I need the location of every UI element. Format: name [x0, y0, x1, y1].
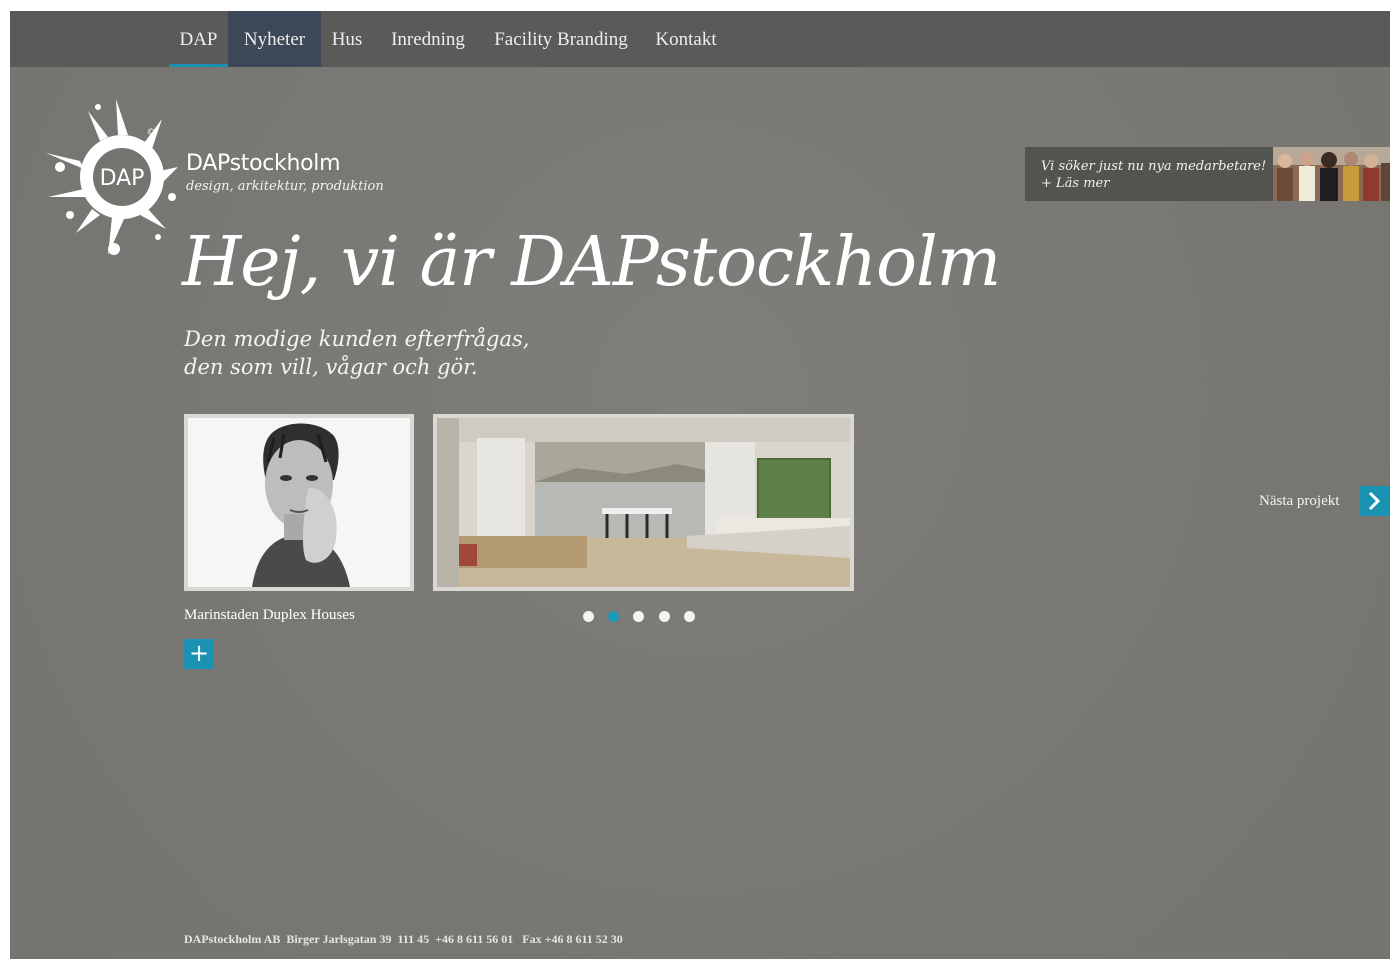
- portrait-image-frame[interactable]: [184, 414, 414, 591]
- brand-tagline: design, arkitektur, produktion: [186, 179, 384, 194]
- project-title: Marinstaden Duplex Houses: [184, 607, 355, 623]
- slider-dot[interactable]: [684, 611, 695, 622]
- next-project-button[interactable]: [1360, 486, 1390, 516]
- hero-subline-line-1: Den modige kunden efterfrågas,: [184, 327, 530, 351]
- next-project-link[interactable]: Nästa projekt: [1259, 493, 1339, 510]
- dap-logo[interactable]: DAP ©: [40, 97, 180, 257]
- read-more-link[interactable]: + Läs mer: [1041, 176, 1109, 191]
- nav-item-facility-branding[interactable]: Facility Branding: [488, 11, 634, 67]
- portrait-image: [188, 418, 410, 587]
- slider-dot[interactable]: [659, 611, 670, 622]
- footer-contact: DAPstockholm AB Birger Jarlsgatan 39 111…: [184, 932, 623, 946]
- hero-subline-line-2: den som vill, vågar och gör.: [184, 355, 478, 379]
- slider-dot[interactable]: [583, 611, 594, 622]
- nav-item-hus[interactable]: Hus: [326, 11, 368, 67]
- interior-image-frame[interactable]: [433, 414, 854, 591]
- interior-image: [437, 418, 850, 587]
- copyright-mark: ©: [147, 128, 156, 138]
- logo-text: DAP: [100, 166, 145, 191]
- page-frame: DAP Nyheter Hus Inredning Facility Brand…: [10, 11, 1390, 959]
- brand-name: DAPstockholm: [186, 151, 341, 176]
- nav-item-dap[interactable]: DAP: [169, 11, 228, 67]
- slider-dot[interactable]: [633, 611, 644, 622]
- nav-item-kontakt[interactable]: Kontakt: [648, 11, 724, 67]
- recruitment-banner[interactable]: Vi söker just nu nya medarbetare! + Läs …: [1025, 147, 1390, 201]
- hero-headline: Hej, vi är DAPstockholm: [182, 223, 1001, 302]
- hero-subline: Den modige kunden efterfrågas, den som v…: [184, 325, 529, 381]
- team-photo: [1273, 147, 1390, 201]
- chevron-right-icon: [1368, 491, 1381, 511]
- recruitment-text: Vi söker just nu nya medarbetare!: [1041, 159, 1267, 174]
- expand-project-button[interactable]: +: [184, 639, 214, 669]
- nav-item-inredning[interactable]: Inredning: [384, 11, 472, 67]
- slider-dot-active[interactable]: [608, 611, 619, 622]
- nav-item-nyheter[interactable]: Nyheter: [228, 11, 321, 67]
- top-navigation: DAP Nyheter Hus Inredning Facility Brand…: [10, 11, 1390, 67]
